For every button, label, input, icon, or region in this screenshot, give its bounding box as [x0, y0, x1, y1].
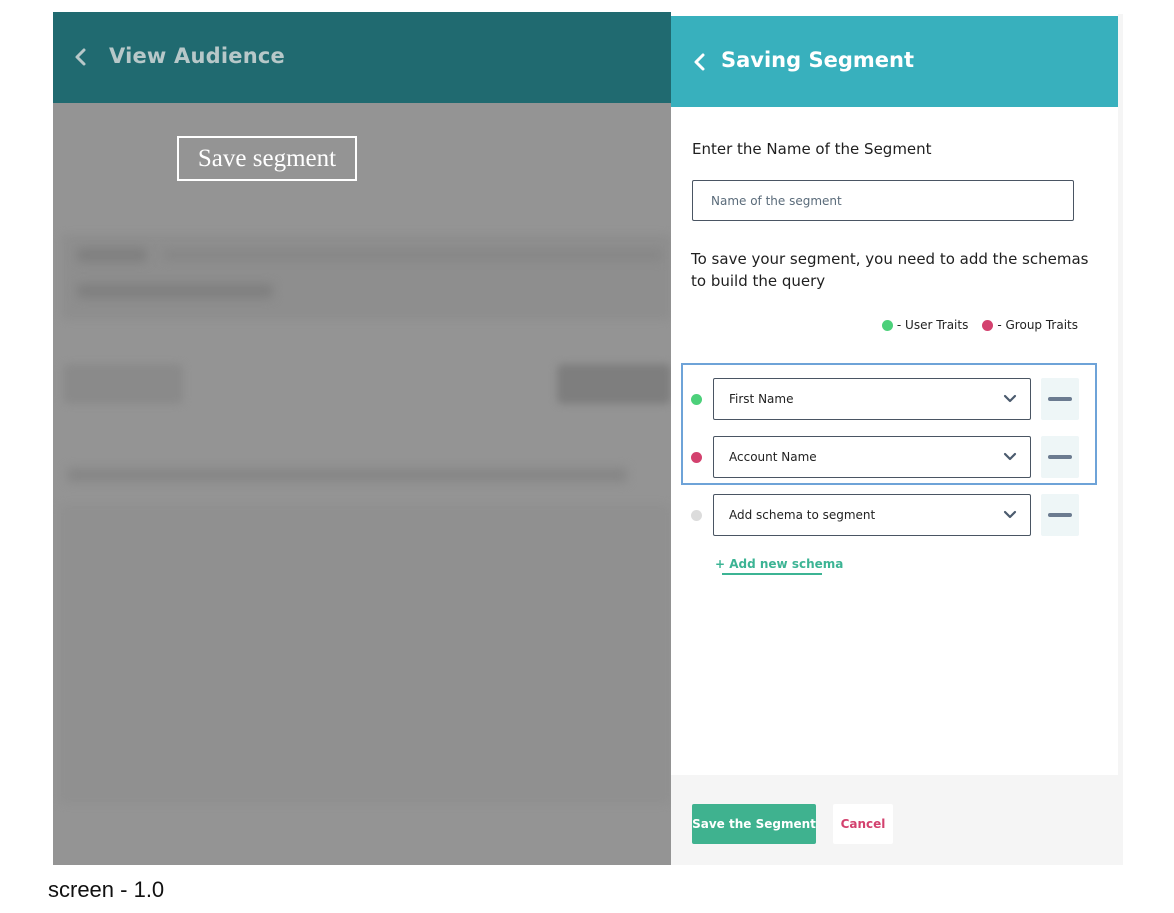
remove-schema-button[interactable] — [1041, 378, 1079, 420]
legend-group-traits: - Group Traits — [982, 318, 1078, 332]
screen-caption: screen - 1.0 — [48, 877, 165, 902]
blurred-info-card — [61, 234, 671, 320]
add-schema-select[interactable]: Add schema to segment — [713, 494, 1031, 536]
schema-row: First Name — [671, 378, 1118, 420]
schema-row: Add schema to segment — [671, 494, 1118, 536]
audience-view-backdrop: View Audience Save segment — [53, 12, 671, 865]
segment-name-label: Enter the Name of the Segment — [692, 140, 932, 158]
blurred-table — [59, 504, 671, 804]
blurred-text-line — [77, 248, 147, 262]
group-traits-dot — [982, 319, 994, 331]
unassigned-dot — [691, 510, 702, 521]
blurred-action-button — [557, 364, 671, 404]
schema-select[interactable]: Account Name — [713, 436, 1031, 478]
legend-user-traits: - User Traits — [881, 318, 969, 332]
saving-segment-panel: Saving Segment Enter the Name of the Seg… — [671, 14, 1123, 865]
chevron-down-icon — [1003, 510, 1017, 519]
minus-icon — [1048, 397, 1072, 401]
blurred-text-line — [77, 284, 273, 298]
chevron-left-icon[interactable] — [69, 45, 93, 69]
schema-row: Account Name — [671, 436, 1118, 478]
remove-schema-button[interactable] — [1041, 436, 1079, 478]
user-traits-dot — [691, 394, 702, 405]
chevron-down-icon — [1003, 452, 1017, 461]
legend-user-traits-label: - User Traits — [896, 318, 969, 332]
schema-select[interactable]: First Name — [713, 378, 1031, 420]
panel-header: Saving Segment — [671, 16, 1118, 107]
panel-title: Saving Segment — [721, 48, 914, 72]
add-new-schema-link[interactable]: + Add new schema — [715, 557, 843, 571]
schema-select-value: First Name — [729, 392, 794, 406]
remove-schema-button[interactable] — [1041, 494, 1079, 536]
traits-legend: - User Traits - Group Traits — [881, 318, 1078, 332]
legend-group-traits-label: - Group Traits — [997, 318, 1078, 332]
user-traits-dot — [881, 319, 893, 331]
blurred-text-line — [163, 250, 663, 260]
schema-select-value: Add schema to segment — [729, 508, 876, 522]
chevron-left-icon[interactable] — [689, 51, 711, 73]
schema-select-value: Account Name — [729, 450, 817, 464]
add-new-schema-underline — [722, 573, 822, 575]
minus-icon — [1048, 513, 1072, 517]
audience-header: View Audience — [53, 12, 671, 103]
cancel-button[interactable]: Cancel — [833, 804, 893, 844]
segment-name-input[interactable] — [692, 180, 1074, 221]
audience-title: View Audience — [109, 44, 285, 68]
blurred-pagination — [63, 364, 183, 404]
chevron-down-icon — [1003, 394, 1017, 403]
group-traits-dot — [691, 452, 702, 463]
schema-info-text: To save your segment, you need to add th… — [691, 250, 1089, 290]
blurred-table-header — [67, 468, 627, 482]
save-the-segment-button[interactable]: Save the Segment — [692, 804, 816, 844]
save-segment-button[interactable]: Save segment — [177, 136, 357, 181]
minus-icon — [1048, 455, 1072, 459]
